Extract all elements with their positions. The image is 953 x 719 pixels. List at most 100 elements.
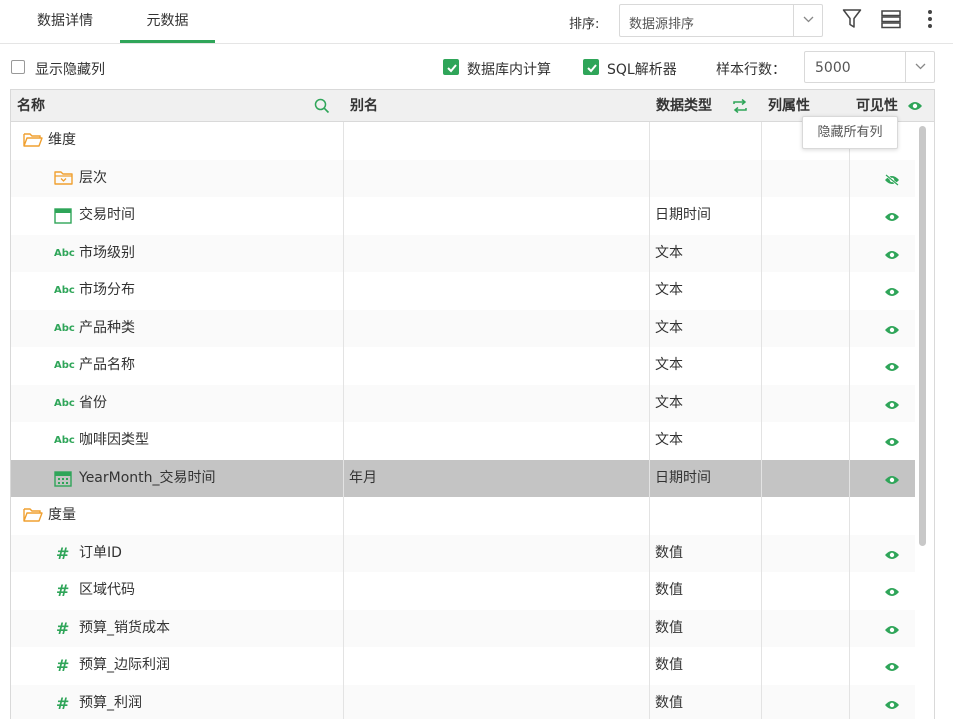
hide-all-columns-tooltip: 隐藏所有列	[802, 116, 898, 149]
eye-icon[interactable]	[884, 474, 900, 490]
table-row[interactable]: 层次	[11, 159, 915, 197]
tab-metadata[interactable]: 元数据	[120, 0, 215, 43]
eye-icon[interactable]	[884, 211, 900, 227]
table-row[interactable]: Abc 咖啡因类型 文本	[11, 422, 915, 460]
text-type-icon: Abc	[54, 322, 75, 334]
row-data-type[interactable]: 数值	[655, 685, 683, 719]
show-hidden-checkbox[interactable]	[11, 60, 25, 74]
row-name: 区域代码	[79, 582, 135, 598]
folder-icon	[23, 132, 43, 152]
table-row[interactable]: Abc 省份 文本	[11, 384, 915, 423]
row-data-type[interactable]: 数值	[655, 610, 683, 648]
row-data-type[interactable]: 文本	[655, 422, 683, 460]
calendar-icon	[54, 207, 72, 228]
row-data-type[interactable]: 文本	[655, 385, 683, 423]
row-data-type[interactable]: 数值	[655, 647, 683, 685]
text-type-icon: Abc	[54, 285, 75, 296]
eye-icon[interactable]	[884, 699, 900, 715]
table-row[interactable]: 维度	[11, 122, 915, 160]
sql-parser-checkbox[interactable]	[583, 59, 599, 75]
row-name: 订单ID	[79, 544, 122, 561]
eye-icon[interactable]	[884, 549, 900, 565]
table-row[interactable]: # 预算_利润 数值	[11, 684, 915, 719]
column-divider	[649, 122, 650, 719]
row-data-type[interactable]: 文本	[655, 310, 683, 348]
text-type-icon: Abc	[54, 360, 75, 371]
row-data-type[interactable]: 日期时间	[655, 460, 711, 498]
column-divider	[343, 122, 344, 719]
eye-icon[interactable]	[884, 361, 900, 377]
number-type-icon: #	[56, 618, 70, 638]
chevron-down-icon[interactable]	[793, 5, 822, 36]
eye-icon[interactable]	[884, 624, 900, 640]
row-data-type[interactable]: 数值	[655, 535, 683, 573]
tab-data-details[interactable]: 数据详情	[20, 0, 110, 43]
folder-icon	[23, 507, 43, 527]
show-hidden-label: 显示隐藏列	[35, 62, 105, 78]
search-icon[interactable]	[314, 90, 330, 122]
table-row[interactable]: Abc 产品种类 文本	[11, 309, 915, 348]
row-name: 市场级别	[79, 244, 135, 261]
metadata-table: 名称 别名 数据类型 列属性 可见性 维度 层次 交易时间 日期时间 Abc 市场级别 文本…	[10, 89, 935, 719]
row-name: 产品名称	[79, 357, 135, 373]
column-divider	[849, 122, 850, 719]
table-row[interactable]: Abc 产品名称 文本	[11, 347, 915, 385]
row-name: 咖啡因类型	[79, 432, 149, 448]
number-type-icon: #	[56, 581, 70, 600]
more-vertical-icon[interactable]	[920, 8, 942, 32]
row-data-type[interactable]: 文本	[655, 235, 683, 273]
eye-icon[interactable]	[884, 436, 900, 452]
row-name: 产品种类	[79, 319, 135, 336]
header-type[interactable]: 数据类型	[650, 90, 762, 122]
eye-icon[interactable]	[884, 399, 900, 415]
text-type-icon: Abc	[54, 247, 75, 259]
sample-rows-select[interactable]: 5000	[804, 51, 935, 83]
table-row[interactable]: YearMonth_交易时间 年月 日期时间	[11, 459, 915, 498]
header-visible-label: 可见性	[856, 98, 898, 114]
eye-icon[interactable]	[884, 586, 900, 602]
header-type-label: 数据类型	[656, 98, 712, 114]
table-row[interactable]: # 预算_边际利润 数值	[11, 647, 915, 685]
row-data-type[interactable]: 日期时间	[655, 197, 711, 235]
header-name-label: 名称	[17, 98, 45, 114]
row-name: 交易时间	[79, 207, 135, 223]
text-type-icon: Abc	[54, 397, 75, 409]
sort-select-value: 数据源排序	[629, 17, 695, 32]
eye-icon[interactable]	[884, 286, 900, 302]
eye-icon[interactable]	[907, 90, 923, 122]
row-name: 预算_销货成本	[79, 619, 170, 636]
row-name: 预算_利润	[79, 694, 142, 711]
row-name: 预算_边际利润	[79, 657, 170, 673]
eye-icon[interactable]	[884, 324, 900, 340]
eye-icon[interactable]	[884, 661, 900, 677]
eye-slash-icon[interactable]	[884, 173, 900, 190]
sample-rows-label: 样本行数：	[716, 62, 786, 78]
table-row[interactable]: # 区域代码 数值	[11, 572, 915, 610]
row-name: YearMonth_交易时间	[79, 469, 216, 486]
table-row[interactable]: 交易时间 日期时间	[11, 197, 915, 235]
filter-icon[interactable]	[842, 8, 864, 32]
row-data-type[interactable]: 数值	[655, 572, 683, 610]
list-layout-icon[interactable]	[880, 8, 902, 32]
header-name[interactable]: 名称	[11, 90, 344, 122]
column-divider	[761, 122, 762, 719]
db-compute-checkbox[interactable]	[443, 59, 459, 75]
table-row[interactable]: Abc 市场级别 文本	[11, 234, 915, 273]
row-alias[interactable]: 年月	[349, 460, 377, 498]
table-row[interactable]: # 预算_销货成本 数值	[11, 609, 915, 648]
number-type-icon: #	[56, 656, 70, 675]
vertical-scrollbar[interactable]	[919, 126, 926, 546]
date-field-icon	[54, 470, 72, 491]
table-row[interactable]: Abc 市场分布 文本	[11, 272, 915, 310]
row-data-type[interactable]: 文本	[655, 347, 683, 385]
table-row[interactable]: # 订单ID 数值	[11, 534, 915, 573]
chevron-down-icon[interactable]	[905, 52, 934, 82]
table-row[interactable]: 度量	[11, 497, 915, 535]
text-type-icon: Abc	[54, 435, 75, 446]
header-alias[interactable]: 别名	[344, 90, 650, 122]
sort-select[interactable]: 数据源排序	[619, 4, 823, 37]
swap-icon[interactable]	[732, 90, 748, 122]
eye-icon[interactable]	[884, 249, 900, 265]
row-data-type[interactable]: 文本	[655, 272, 683, 310]
sort-label: 排序:	[569, 17, 600, 32]
